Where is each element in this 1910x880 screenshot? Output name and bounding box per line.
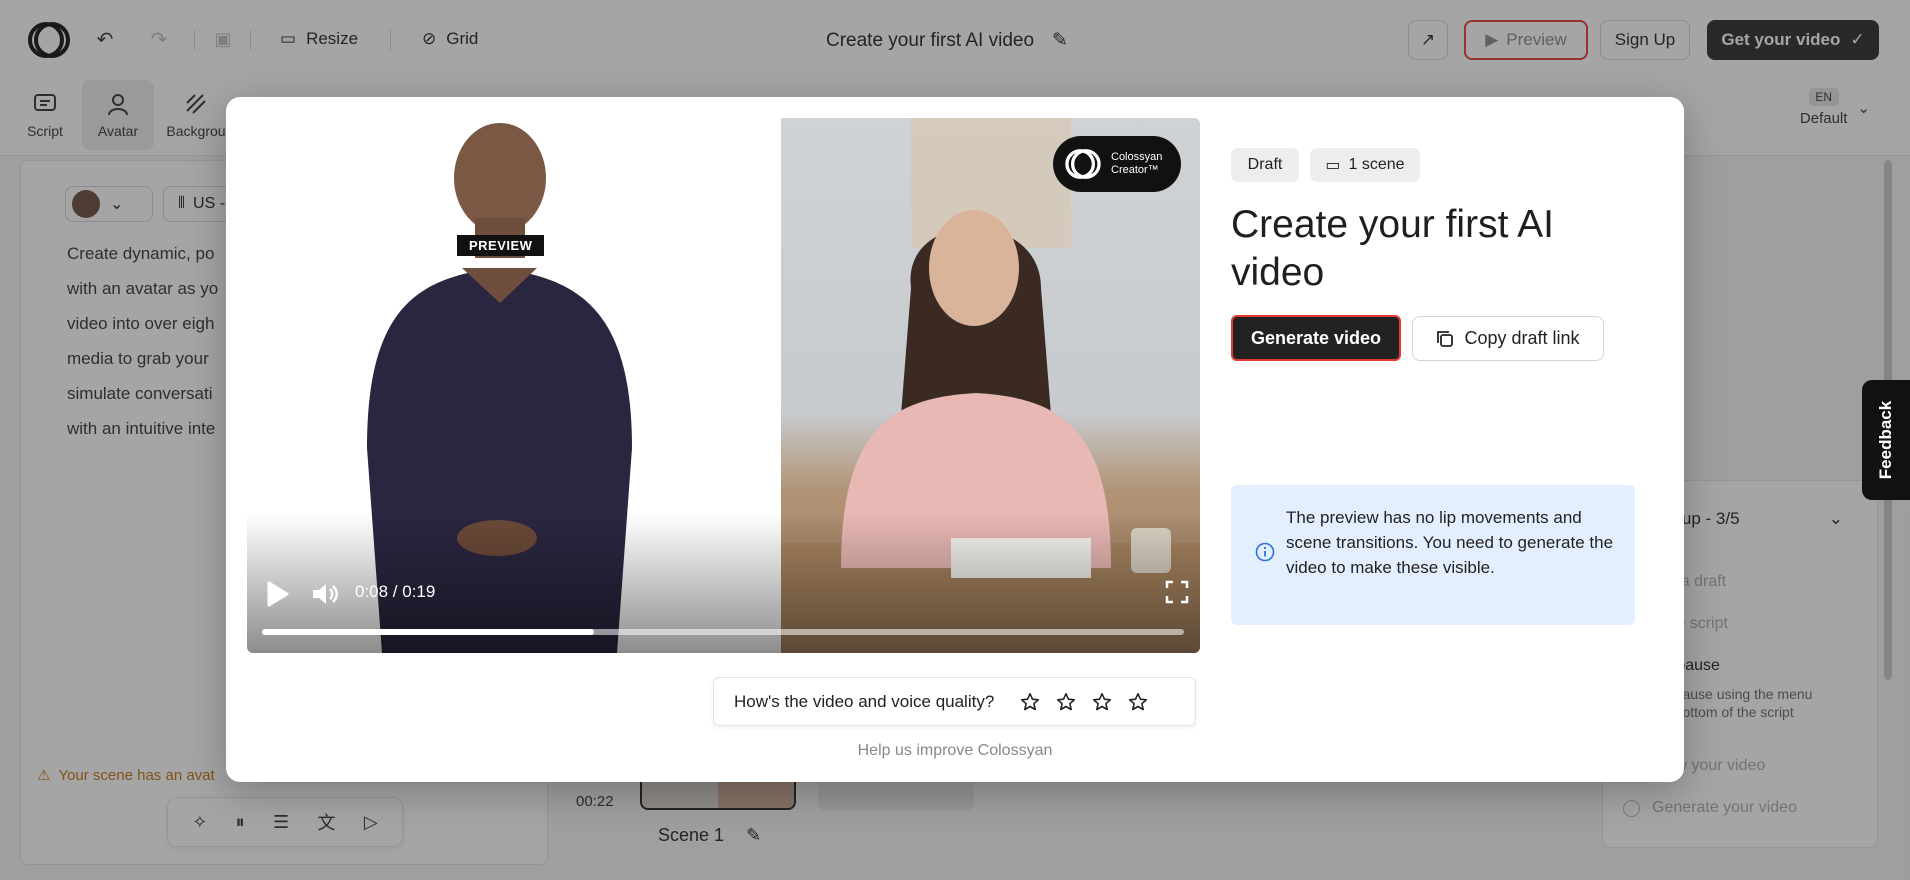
info-icon (1255, 542, 1275, 562)
copy-draft-link-button[interactable]: Copy draft link (1412, 316, 1604, 361)
fullscreen-icon[interactable] (1165, 580, 1189, 604)
video-time: 0:08 / 0:19 (355, 582, 436, 601)
star-icon[interactable] (1056, 692, 1076, 712)
status-badge: Draft (1231, 148, 1299, 182)
copy-icon (1437, 330, 1454, 347)
status-badge-label: Draft (1247, 156, 1283, 173)
modal-title: Create your first AI video (1231, 203, 1554, 294)
video-progress-bar[interactable] (262, 629, 1184, 635)
star-icon[interactable] (1020, 692, 1040, 712)
quality-rating: How's the video and voice quality? (713, 677, 1196, 726)
scene-count-label: 1 scene (1348, 156, 1405, 173)
volume-icon[interactable] (310, 580, 338, 608)
rating-question: How's the video and voice quality? (734, 691, 995, 711)
scene-icon: ▭ (1325, 157, 1341, 174)
scene-count-badge: ▭ 1 scene (1310, 148, 1420, 182)
brand-name: Colossyan (1111, 151, 1163, 163)
rating-stars (1020, 692, 1148, 712)
video-progress-fill (262, 629, 594, 635)
copy-draft-link-label: Copy draft link (1464, 328, 1580, 348)
feedback-tab[interactable]: Feedback (1862, 380, 1910, 500)
colossyan-logo (1065, 149, 1101, 179)
feedback-label: Feedback (1876, 400, 1895, 480)
video-player[interactable]: PREVIEW Colossyan Creator™ 0:08 / 0:19 (247, 118, 1200, 653)
help-text: Help us improve Colossyan (857, 742, 1053, 759)
star-icon[interactable] (1128, 692, 1148, 712)
colossyan-creator-badge: Colossyan Creator™ (1053, 136, 1181, 192)
brand-product: Creator™ (1111, 164, 1159, 176)
generate-video-label: Generate video (1250, 327, 1382, 348)
generate-video-button[interactable]: Generate video (1231, 315, 1401, 361)
preview-info-callout: The preview has no lip movements and sce… (1231, 485, 1635, 625)
play-icon[interactable] (263, 580, 291, 608)
info-text: The preview has no lip movements and sce… (1286, 508, 1614, 577)
preview-modal: PREVIEW Colossyan Creator™ 0:08 / 0:19 D… (226, 97, 1684, 782)
preview-watermark: PREVIEW (457, 235, 545, 256)
star-icon[interactable] (1092, 692, 1112, 712)
